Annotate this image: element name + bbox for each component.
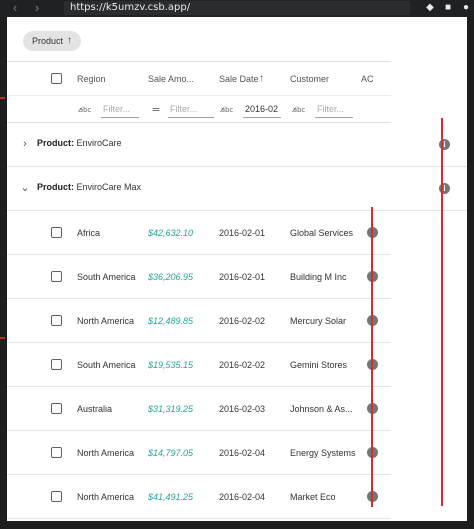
data-grid-app: Product ↑ Region Sale Amo... Sale Date ↑… bbox=[7, 17, 467, 521]
cell-region: Africa bbox=[77, 228, 101, 238]
cell-customer: Global Services bbox=[290, 228, 354, 238]
table-row[interactable]: North America $14,797.05 2016-02-04 Ener… bbox=[7, 431, 391, 475]
filter-input-customer[interactable]: Filter... bbox=[315, 101, 353, 118]
row-checkbox[interactable] bbox=[51, 359, 62, 370]
table-row[interactable]: Australia $31,319.25 2016-02-03 Johnson … bbox=[7, 387, 391, 431]
cell-sale-amount: $12,489.85 bbox=[148, 316, 194, 326]
annotation-line bbox=[441, 118, 443, 506]
cell-region: North America bbox=[77, 316, 135, 326]
cell-sale-date: 2016-02-01 bbox=[219, 228, 266, 238]
group-field: Product: bbox=[37, 182, 74, 192]
group-value: EnviroCare bbox=[76, 138, 122, 148]
select-all-checkbox[interactable] bbox=[51, 73, 62, 84]
row-checkbox[interactable] bbox=[51, 315, 62, 326]
abc-icon[interactable]: a̸bc bbox=[292, 104, 306, 116]
reload-icon[interactable] bbox=[50, 1, 64, 15]
table-row[interactable]: South America $19,535.15 2016-02-02 Gemi… bbox=[7, 343, 391, 387]
equals-icon[interactable]: = bbox=[149, 104, 163, 116]
cell-sale-amount: $42,632.10 bbox=[148, 228, 194, 238]
row-checkbox[interactable] bbox=[51, 271, 62, 282]
group-panel: Product ↑ bbox=[7, 17, 467, 61]
cell-sale-amount: $41,491.25 bbox=[148, 492, 194, 502]
forward-icon[interactable]: › bbox=[30, 1, 44, 15]
group-value: EnviroCare Max bbox=[76, 182, 142, 192]
cell-customer: Market Eco bbox=[290, 492, 336, 502]
filter-input-sale-amount[interactable]: Filter... bbox=[168, 101, 214, 118]
cell-sale-amount: $36,206.95 bbox=[148, 272, 194, 282]
row-checkbox[interactable] bbox=[51, 403, 62, 414]
cell-sale-date: 2016-02-04 bbox=[219, 448, 266, 458]
filter-input-sale-date[interactable]: 2016-02 bbox=[243, 101, 281, 118]
column-header-ac[interactable]: AC bbox=[361, 62, 391, 96]
cell-sale-date: 2016-02-01 bbox=[219, 272, 266, 282]
url-text: https://k5umzv.csb.app/ bbox=[70, 2, 191, 13]
filter-row: a̸bc Filter... = Filter... a̸bc 2016-02 … bbox=[7, 95, 391, 123]
cell-sale-date: 2016-02-02 bbox=[219, 316, 266, 326]
address-bar[interactable]: https://k5umzv.csb.app/ bbox=[64, 1, 410, 15]
abc-icon[interactable]: a̸bc bbox=[78, 104, 92, 116]
filter-input-region[interactable]: Filter... bbox=[101, 101, 139, 118]
cell-region: Australia bbox=[77, 404, 113, 414]
cell-sale-amount: $31,319.25 bbox=[148, 404, 194, 414]
column-header-customer[interactable]: Customer bbox=[290, 62, 352, 96]
right-dark-strip bbox=[467, 17, 474, 529]
table-row[interactable]: North America $41,491.25 2016-02-04 Mark… bbox=[7, 475, 391, 519]
cell-sale-date: 2016-02-02 bbox=[219, 360, 266, 370]
cell-customer: Johnson & As... bbox=[290, 404, 353, 414]
table-row[interactable]: South America $36,206.95 2016-02-01 Buil… bbox=[7, 255, 391, 299]
cell-region: North America bbox=[77, 492, 135, 502]
cell-region: North America bbox=[77, 448, 135, 458]
chevron-down-icon[interactable]: ⌄ bbox=[19, 182, 31, 194]
table-row[interactable]: North America $12,489.85 2016-02-02 Merc… bbox=[7, 299, 391, 343]
marker bbox=[0, 337, 5, 339]
column-header-row: Region Sale Amo... Sale Date ↑ Customer … bbox=[7, 61, 391, 95]
group-chip-product[interactable]: Product ↑ bbox=[23, 31, 82, 51]
group-chip-label: Product bbox=[32, 36, 64, 46]
row-checkbox[interactable] bbox=[51, 227, 62, 238]
group-row-envirocare[interactable]: › Product: EnviroCare i bbox=[7, 123, 467, 167]
cell-customer: Energy Systems bbox=[290, 448, 356, 458]
cell-sale-date: 2016-02-04 bbox=[219, 492, 266, 502]
arrow-up-icon[interactable]: ↑ bbox=[67, 31, 72, 51]
group-label: Product: EnviroCare Max bbox=[37, 182, 141, 192]
row-checkbox[interactable] bbox=[51, 491, 62, 502]
table-row[interactable]: Africa $42,632.10 2016-02-01 Global Serv… bbox=[7, 211, 391, 255]
extension-icon[interactable]: ◆ bbox=[424, 2, 436, 14]
back-icon[interactable]: ‹ bbox=[8, 1, 22, 15]
column-header-region[interactable]: Region bbox=[77, 62, 139, 96]
cell-sale-amount: $19,535.15 bbox=[148, 360, 194, 370]
cell-region: South America bbox=[77, 360, 136, 370]
left-dark-strip bbox=[0, 17, 7, 529]
arrow-up-icon[interactable]: ↑ bbox=[259, 62, 269, 96]
row-checkbox[interactable] bbox=[51, 447, 62, 458]
bottom-dark-strip bbox=[0, 521, 474, 529]
group-field: Product: bbox=[37, 138, 74, 148]
cell-region: South America bbox=[77, 272, 136, 282]
abc-icon[interactable]: a̸bc bbox=[220, 104, 234, 116]
marker bbox=[0, 97, 5, 99]
extension-icon[interactable]: ● bbox=[460, 2, 472, 14]
cell-sale-amount: $14,797.05 bbox=[148, 448, 194, 458]
cell-customer: Mercury Solar bbox=[290, 316, 347, 326]
column-header-sale-amount[interactable]: Sale Amo... bbox=[148, 62, 210, 96]
cell-customer: Gemini Stores bbox=[290, 360, 348, 370]
cell-customer: Building M Inc bbox=[290, 272, 347, 282]
chevron-right-icon[interactable]: › bbox=[19, 138, 31, 150]
group-row-envirocare-max[interactable]: ⌄ Product: EnviroCare Max i bbox=[7, 167, 467, 211]
cell-sale-date: 2016-02-03 bbox=[219, 404, 266, 414]
browser-toolbar: ‹ › https://k5umzv.csb.app/ ◆ ■ ● bbox=[0, 0, 474, 17]
extension-icon[interactable]: ■ bbox=[442, 2, 454, 14]
group-label: Product: EnviroCare bbox=[37, 138, 122, 148]
annotation-line bbox=[371, 207, 373, 507]
